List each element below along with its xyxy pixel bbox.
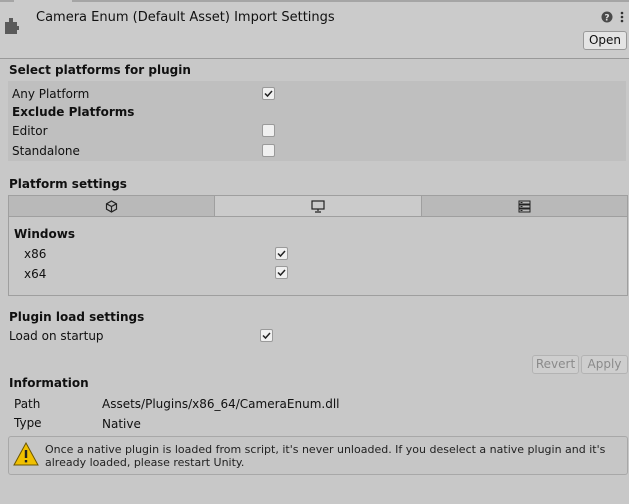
x64-checkbox[interactable] <box>275 266 288 279</box>
path-label: Path <box>14 397 41 411</box>
tab-server[interactable] <box>422 196 627 217</box>
path-value: Assets/Plugins/x86_64/CameraEnum.dll <box>102 397 340 411</box>
x86-checkbox[interactable] <box>275 247 288 260</box>
type-value: Native <box>102 417 141 431</box>
type-label: Type <box>14 416 42 430</box>
help-icon[interactable]: ? <box>601 11 613 23</box>
warning-icon <box>13 442 39 466</box>
standalone-label: Standalone <box>12 144 80 158</box>
svg-text:?: ? <box>604 14 609 24</box>
server-icon <box>518 200 531 213</box>
kebab-menu-icon[interactable] <box>619 11 625 23</box>
platforms-section-title: Select platforms for plugin <box>9 63 191 77</box>
information-title: Information <box>9 376 89 390</box>
load-on-startup-label: Load on startup <box>9 329 104 343</box>
tab-editor[interactable] <box>9 196 215 217</box>
platform-panel <box>8 216 628 296</box>
revert-button[interactable]: Revert <box>532 355 579 374</box>
inspector-title: Camera Enum (Default Asset) Import Setti… <box>36 10 335 25</box>
platform-tabs <box>8 195 628 217</box>
apply-button[interactable]: Apply <box>581 355 628 374</box>
unity-editor-icon <box>105 200 118 213</box>
editor-checkbox[interactable] <box>262 124 275 137</box>
exclude-platforms-title: Exclude Platforms <box>12 105 135 119</box>
standalone-checkbox[interactable] <box>262 144 275 157</box>
load-on-startup-checkbox[interactable] <box>260 329 273 342</box>
warning-text: Once a native plugin is loaded from scri… <box>45 443 606 469</box>
open-button[interactable]: Open <box>583 31 627 50</box>
tab-standalone[interactable] <box>215 196 422 217</box>
plugin-icon <box>5 18 19 34</box>
platforms-box <box>8 81 626 161</box>
editor-label: Editor <box>12 124 48 138</box>
inspector-header: Camera Enum (Default Asset) Import Setti… <box>0 2 629 59</box>
any-platform-label: Any Platform <box>12 87 90 101</box>
warning-box: Once a native plugin is loaded from scri… <box>8 436 628 475</box>
windows-title: Windows <box>14 227 75 241</box>
load-settings-title: Plugin load settings <box>9 310 145 324</box>
platform-settings-title: Platform settings <box>9 177 127 191</box>
x86-label: x86 <box>24 247 47 261</box>
x64-label: x64 <box>24 267 47 281</box>
any-platform-checkbox[interactable] <box>262 87 275 100</box>
desktop-monitor-icon <box>311 200 325 213</box>
